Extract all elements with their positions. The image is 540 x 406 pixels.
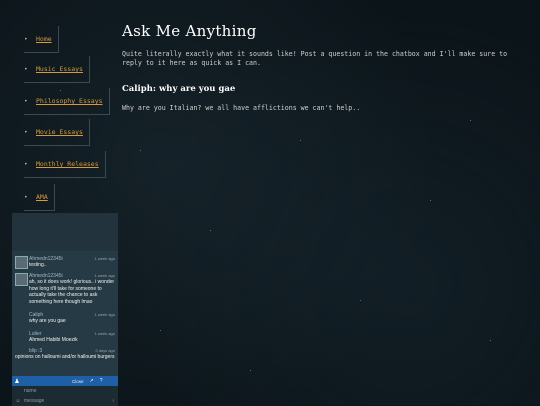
help-icon[interactable]: ? (100, 378, 103, 384)
chat-message: blip :3 2 days ago opinions on halloumi … (15, 348, 115, 361)
nav-link-home[interactable]: Home (36, 35, 52, 43)
page-title: Ask Me Anything (122, 22, 257, 40)
nav-link-music-essays[interactable]: Music Essays (36, 65, 83, 73)
send-icon[interactable]: › (112, 398, 114, 404)
nav-item-ama[interactable]: • AMA (24, 184, 55, 211)
nav-link-movie-essays[interactable]: Movie Essays (36, 128, 83, 136)
chat-timestamp: 1 week ago (94, 331, 115, 336)
chat-header-area (12, 213, 118, 251)
chat-timestamp: 1 week ago (94, 256, 115, 261)
bullet-icon: • (24, 35, 28, 43)
nav-link-philosophy-essays[interactable]: Philosophy Essays (36, 97, 103, 105)
nav-item-movie-essays[interactable]: • Movie Essays (24, 119, 90, 146)
smiley-icon[interactable]: ☺ (12, 398, 24, 404)
bullet-icon: • (24, 193, 28, 201)
nav-link-monthly-releases[interactable]: Monthly Releases (36, 160, 99, 168)
bullet-icon: • (24, 128, 28, 136)
chat-timestamp: 1 week ago (94, 273, 115, 278)
question-heading: Caliph: why are you gae (122, 84, 236, 94)
chat-username[interactable]: blip :3 (29, 348, 42, 354)
chat-message-placeholder: message (24, 398, 45, 404)
chat-message-text: ah, so it does work! glorious.. i wonder… (29, 279, 115, 305)
chatbox[interactable]: Ahmedn12345i 1 week ago testing.. Ahmedn… (12, 213, 118, 406)
nav-item-music-essays[interactable]: • Music Essays (24, 56, 90, 83)
chat-timestamp: 1 week ago (94, 312, 115, 317)
chat-username[interactable]: Caliph (29, 312, 43, 318)
chat-username[interactable]: Ahmedn12345i (29, 273, 63, 279)
chat-message: Ahmedn12345i 1 week ago testing.. (15, 256, 115, 269)
chat-message-text: opinions on halloumi and/or halloumi bur… (15, 354, 115, 361)
bullet-icon: • (24, 65, 28, 73)
chat-toolbar: ♟ Close ↗ ? (12, 376, 118, 386)
bullet-icon: • (24, 97, 28, 105)
chat-timestamp: 2 days ago (95, 348, 115, 353)
external-link-icon[interactable]: ↗ (90, 378, 94, 384)
chat-message: Lutier 1 week ago Ahmed Habibi Moezik (15, 331, 115, 344)
chat-name-field[interactable]: name (12, 386, 118, 396)
avatar (15, 256, 28, 269)
question-answer: Why are you Italian? we all have afflict… (122, 104, 361, 112)
chat-username[interactable]: Lutier (29, 331, 42, 337)
bullet-icon: • (24, 160, 28, 168)
chat-username[interactable]: Ahmedn12345i (29, 256, 63, 262)
chat-close-button[interactable]: Close (72, 379, 84, 384)
nav-item-home[interactable]: • Home (24, 26, 59, 53)
nav-item-philosophy-essays[interactable]: • Philosophy Essays (24, 88, 110, 115)
chat-message: Caliph 1 week ago why are you gae (15, 312, 115, 325)
chat-message: Ahmedn12345i 1 week ago ah, so it does w… (15, 273, 115, 305)
user-icon[interactable]: ♟ (12, 378, 22, 385)
chat-name-placeholder: name (24, 388, 37, 394)
chat-message-text: Ahmed Habibi Moezik (29, 337, 78, 344)
chat-message-text: why are you gae (29, 318, 66, 325)
main-content: Ask Me Anything Quite literally exactly … (122, 22, 526, 112)
avatar (15, 273, 28, 286)
nav-link-ama[interactable]: AMA (36, 193, 48, 201)
nav-item-monthly-releases[interactable]: • Monthly Releases (24, 151, 106, 178)
page-description: Quite literally exactly what it sounds l… (122, 50, 508, 67)
chat-message-text: testing.. (29, 262, 47, 269)
